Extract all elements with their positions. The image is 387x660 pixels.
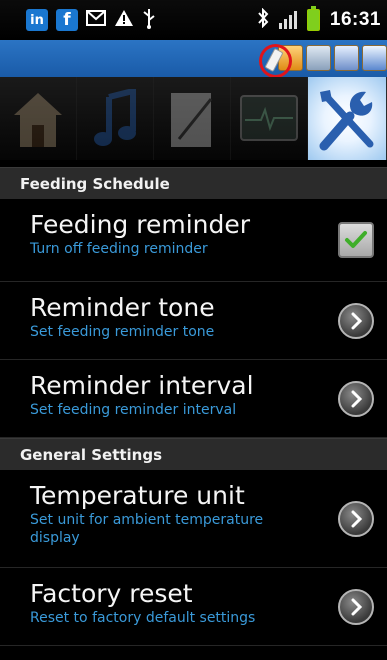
settings-list: Feeding Schedule Feeding reminder Turn o… [0,160,387,660]
usb-icon [142,7,156,33]
translate-icon[interactable] [362,45,387,71]
mail-icon [86,10,106,30]
notes-icon [171,92,213,147]
reminder-tone-arrow-button[interactable] [338,302,374,339]
reminder-interval-arrow-button[interactable] [338,380,374,417]
linkedin-icon: in [26,9,48,31]
contacts-icon[interactable] [334,45,359,71]
section-header-general: General Settings [0,438,387,470]
feeding-reminder-checkbox[interactable] [338,222,374,258]
setting-subtitle: Set feeding reminder interval [30,402,237,418]
monitor-icon [240,94,298,141]
chevron-right-icon [351,510,363,527]
app-toolbar [0,40,387,77]
bluetooth-icon [257,7,269,32]
warning-icon [114,9,134,31]
controls-icon[interactable] [306,45,331,71]
home-icon [14,92,62,147]
setting-subtitle: Turn off feeding reminder [30,241,208,257]
tab-bar [0,77,387,160]
setting-factory-reset[interactable]: Factory reset Reset to factory default s… [0,568,387,646]
clock: 16:31 [329,9,381,30]
factory-reset-arrow-button[interactable] [338,588,374,625]
tab-home[interactable] [0,77,77,160]
chevron-right-icon [351,390,363,407]
checkmark-icon [345,231,367,248]
tab-monitor[interactable] [231,77,308,160]
music-icon [94,88,136,146]
setting-subtitle: Set feeding reminder tone [30,324,215,340]
setting-temperature-unit[interactable]: Temperature unit Set unit for ambient te… [0,470,387,568]
chevron-right-icon [351,312,363,329]
setting-title: Feeding reminder [30,210,251,239]
status-bar: in f 16:31 [0,0,387,40]
signal-icon [278,11,297,29]
tab-settings[interactable] [308,77,387,160]
setting-reminder-tone[interactable]: Reminder tone Set feeding reminder tone [0,282,387,360]
setting-subtitle: Reset to factory default settings [30,610,256,626]
setting-subtitle: Set unit for ambient temperature display [30,512,264,546]
highlight-ring [259,44,292,78]
facebook-icon: f [56,9,78,31]
settings-tools-icon [319,89,374,150]
battery-icon [306,6,320,31]
section-header-feeding: Feeding Schedule [0,167,387,199]
tab-music[interactable] [77,77,154,160]
setting-title: Temperature unit [30,481,245,510]
temperature-unit-arrow-button[interactable] [338,500,374,537]
chevron-right-icon [351,598,363,615]
setting-title: Factory reset [30,579,193,608]
tab-notes[interactable] [154,77,231,160]
setting-reminder-interval[interactable]: Reminder interval Set feeding reminder i… [0,360,387,438]
setting-feeding-reminder[interactable]: Feeding reminder Turn off feeding remind… [0,199,387,282]
setting-title: Reminder tone [30,293,215,322]
setting-title: Reminder interval [30,371,254,400]
